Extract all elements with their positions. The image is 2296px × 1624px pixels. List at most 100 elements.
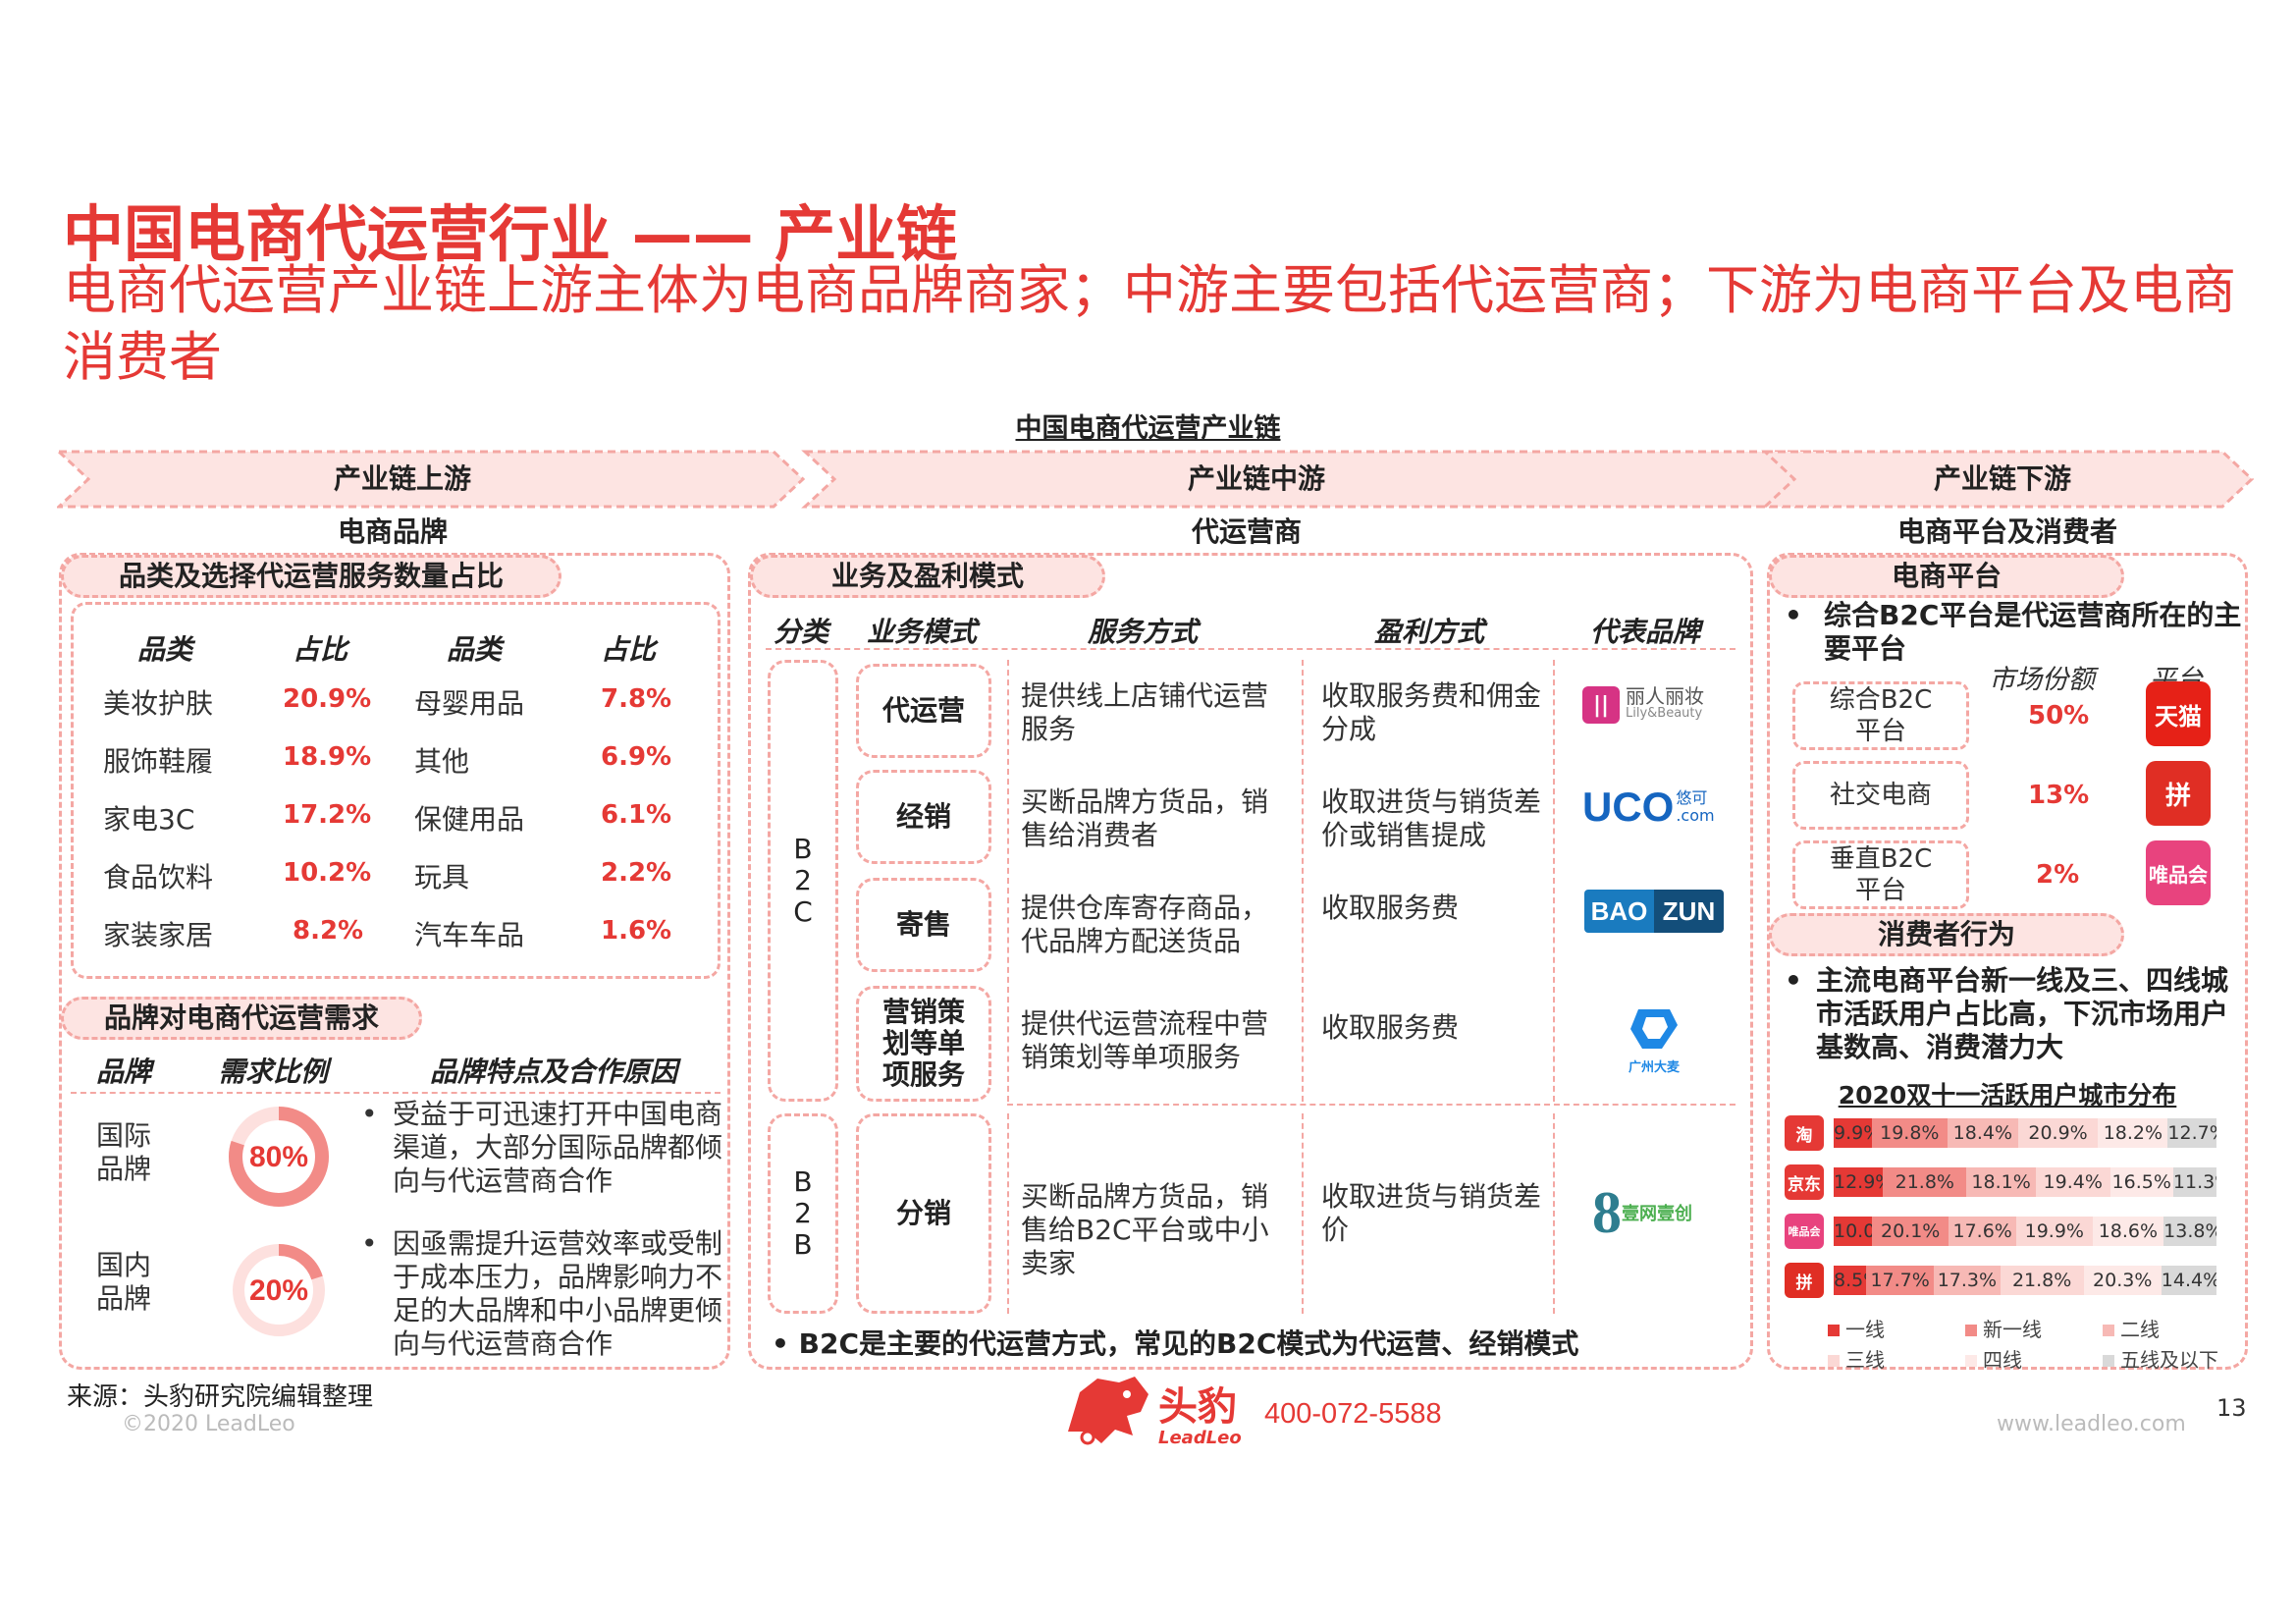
chart-bar-segment: 8.5% (1834, 1266, 1867, 1295)
mid-vline (1302, 660, 1304, 1102)
service-fx: 买断品牌方货品，销售给B2C平台或中小卖家 (1021, 1180, 1269, 1279)
share-row-category: 玩具 (414, 861, 470, 893)
tmall-logo: 天猫 (2146, 681, 2211, 746)
legend-swatch (1828, 1325, 1840, 1336)
mode-box-fx: 分销 (856, 1113, 991, 1314)
chart-bar-segment: 10.0% (1834, 1217, 1872, 1246)
mid-vline (1302, 1113, 1304, 1314)
chart-bar-segment: 20.9% (2017, 1118, 2099, 1148)
service-js: 提供仓库寄存商品，代品牌方配送货品 (1021, 892, 1269, 957)
demand-header-brand: 品牌 (96, 1056, 152, 1088)
mode-box-marketing: 营销策划等单项服务 (856, 986, 991, 1102)
share-row-category: 美妆护肤 (103, 687, 214, 720)
chart-stacked-bar: 8.5%17.7%17.3%21.8%20.3%14.4% (1834, 1266, 2216, 1295)
chart-bar-segment: 12.9% (1834, 1167, 1884, 1197)
share-row-category: 食品饮料 (103, 861, 214, 893)
share-row-category: 保健用品 (414, 803, 525, 836)
service-jx: 买断品牌方货品，销售给消费者 (1021, 785, 1269, 851)
chart-bar-segment: 21.8% (1883, 1167, 1967, 1197)
website: www.leadleo.com (1997, 1412, 2186, 1436)
logo-damai: 广州大麦 (1610, 1001, 1698, 1080)
bullet-dot: • (361, 1098, 378, 1130)
chart-bar-segment: 12.7% (2167, 1118, 2216, 1148)
legend-label: 五线及以下 (2120, 1348, 2218, 1372)
share-row-pct: 6.9% (601, 742, 672, 772)
leopard-logo-icon (1058, 1373, 1156, 1449)
chart-bar-segment: 11.3% (2172, 1167, 2216, 1197)
b2c-label: B 2 C (768, 660, 838, 1102)
page-number: 13 (2216, 1394, 2247, 1422)
share-row-category: 家电3C (103, 803, 195, 836)
legend-swatch (1965, 1355, 1977, 1367)
legend-label: 三线 (1845, 1348, 1885, 1372)
chart-bar-segment: 14.4% (2161, 1266, 2216, 1295)
column-upstream: 电商品牌 (337, 515, 448, 548)
mid-note: • B2C是主要的代运营方式，常见的B2C模式为代运营、经销模式 (772, 1327, 1579, 1360)
share-row-category: 家装家居 (103, 919, 214, 951)
share-row-category: 服饰鞋履 (103, 745, 214, 778)
chart-bar-segment: 18.2% (2098, 1118, 2168, 1148)
brand-en: LeadLeo (1158, 1428, 1242, 1448)
demand-divider (71, 1092, 721, 1094)
legend-swatch (2103, 1325, 2114, 1336)
donut-domestic-label: 20% (249, 1274, 308, 1307)
mid-header-brand: 代表品牌 (1590, 616, 1701, 648)
lily-icon: || (1582, 686, 1620, 724)
phone: 400-072-5588 (1264, 1398, 1442, 1430)
brand-cn: 头豹 (1158, 1384, 1237, 1430)
share-label: 市场份额 (1989, 665, 2095, 695)
chart-category-icon: 淘 (1785, 1115, 1824, 1151)
consumer-title: 消费者行为 (1769, 913, 2124, 956)
share-row-pct: 2.2% (601, 858, 672, 888)
share-header-pct-2: 占比 (601, 633, 657, 666)
business-model-title: 业务及盈利模式 (750, 555, 1105, 598)
column-downstream: 电商平台及消费者 (1896, 515, 2117, 548)
chart-bar-row: 唯品会 10.0%20.1%17.6%19.9%18.6%13.8% (1785, 1212, 2246, 1251)
damai-icon (1630, 1009, 1678, 1049)
platform-social-share: 13% (2028, 781, 2090, 810)
chart-category-icon: 京东 (1785, 1164, 1824, 1200)
logo-baozun: BAO ZUN (1584, 890, 1724, 933)
demand-title: 品牌对电商代运营需求 (61, 997, 422, 1040)
chart-legend-item: 五线及以下 (2103, 1344, 2250, 1373)
chart-legend-item: 新一线 (1965, 1314, 2103, 1342)
share-row-pct: 17.2% (283, 800, 372, 830)
chart-stacked-bar: 9.9%19.8%18.4%20.9%18.2%12.7% (1834, 1118, 2216, 1148)
chart-bar-segment: 18.1% (1966, 1167, 2036, 1197)
share-row-category: 汽车车品 (414, 919, 525, 951)
mode-box-dyy: 代运营 (856, 664, 991, 758)
chart-bar-segment: 18.6% (2092, 1217, 2164, 1246)
mid-vline (1553, 1113, 1555, 1314)
legend-label: 新一线 (1983, 1318, 2042, 1341)
donut-international: 80% (229, 1107, 329, 1207)
profit-js: 收取服务费 (1321, 892, 1460, 924)
logo-lily-beauty: || 丽人丽妆 Lily&Beauty (1582, 679, 1720, 731)
chart-bar-segment: 17.6% (1949, 1217, 2016, 1246)
demand-desc-domestic: 因亟需提升运营效率或受制于成本压力，品牌影响力不足的大品牌和中小品牌更倾向与代运… (393, 1227, 723, 1360)
chart-title: 2020双十一活跃用户城市分布 (1838, 1081, 2177, 1110)
chart-bar-row: 拼 8.5%17.7%17.3%21.8%20.3%14.4% (1785, 1261, 2246, 1300)
share-header-category-2: 品类 (447, 633, 503, 666)
chevron-label-midstream: 产业链中游 (1187, 462, 1325, 495)
platform-social: 社交电商 (1792, 761, 1969, 830)
logo-yiwang: 8 壹网壹创 (1592, 1180, 1692, 1245)
mid-header-category: 分类 (774, 616, 829, 648)
source-note: 来源：头豹研究院编辑整理 (67, 1382, 374, 1412)
legend-label: 一线 (1845, 1318, 1885, 1341)
chart-bar-segment: 17.3% (1934, 1266, 2001, 1295)
profit-jx: 收取进货与销货差价或销售提成 (1321, 785, 1542, 851)
platform-b2c: 综合B2C 平台 (1792, 681, 1969, 750)
chevron-label-downstream: 产业链下游 (1933, 462, 2071, 495)
chart-bar-segment: 9.9% (1834, 1118, 1872, 1148)
share-row-category: 其他 (414, 745, 470, 778)
pinduoduo-logo: 拼 (2146, 761, 2211, 826)
share-row-pct: 10.2% (283, 858, 372, 888)
chart-legend-item: 三线 (1828, 1344, 1965, 1373)
consumer-bullet: • 主流电商平台新一线及三、四线城市活跃用户占比高，下沉市场用户基数高、消费潜力… (1785, 964, 2229, 1063)
donut-international-label: 80% (249, 1141, 308, 1173)
chart-legend-item: 一线 (1828, 1314, 1965, 1342)
platform-title: 电商平台 (1769, 555, 2124, 598)
share-header-category-1: 品类 (137, 633, 193, 666)
mid-header-profit: 盈利方式 (1374, 616, 1485, 648)
mid-vline (1553, 660, 1555, 1102)
